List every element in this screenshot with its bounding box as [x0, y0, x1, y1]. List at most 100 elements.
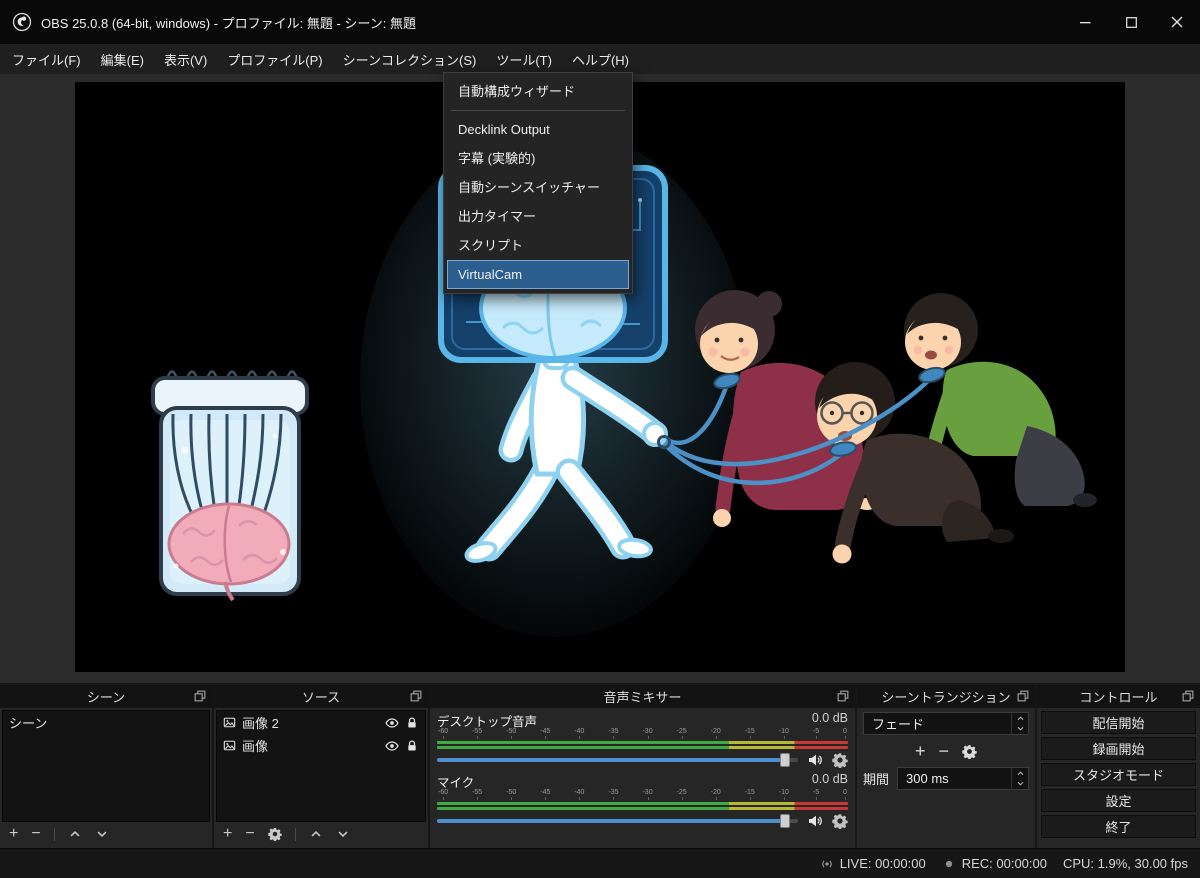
rec-status: REC: 00:00:00 [942, 856, 1047, 871]
duration-label: 期間 [863, 772, 890, 787]
mute-speaker-icon[interactable] [807, 813, 823, 829]
settings-button[interactable]: 設定 [1041, 789, 1196, 812]
eye-icon[interactable] [385, 739, 399, 753]
menu-file[interactable]: ファイル(F) [2, 44, 91, 74]
mixer-dock: 音声ミキサー デスクトップ音声 0.0 dB -60 -55 -50 -45 -40 -3… [430, 685, 855, 848]
float-dock-icon[interactable] [409, 689, 423, 703]
transitions-dock-header[interactable]: シーントランジション [857, 685, 1035, 708]
duration-spinbox[interactable]: 300 ms [897, 767, 1029, 790]
sources-dock-body: 画像 2 画像 + − [214, 708, 428, 848]
channel-level-db: 0.0 dB [811, 711, 848, 725]
menu-item-captions[interactable]: 字幕 (実験的) [444, 144, 632, 173]
volume-slider[interactable] [437, 814, 798, 828]
menu-item-virtualcam[interactable]: VirtualCam [447, 260, 629, 289]
transitions-dock-title: シーントランジション [881, 690, 1011, 705]
source-properties-gear-icon[interactable] [268, 827, 282, 841]
transition-properties-gear-icon[interactable] [962, 744, 977, 759]
minimize-icon [1079, 21, 1090, 23]
preview-area: 自動構成ウィザード Decklink Output 字幕 (実験的) 自動シーン… [0, 72, 1200, 683]
menu-scene-collection[interactable]: シーンコレクション(S) [333, 44, 487, 74]
controls-dock-title: コントロール [1079, 690, 1158, 705]
sources-dock-header[interactable]: ソース [214, 685, 428, 708]
float-dock-icon[interactable] [1181, 689, 1195, 703]
source-list-item[interactable]: 画像 2 [217, 711, 425, 734]
menu-item-auto-config-wizard[interactable]: 自動構成ウィザード [444, 77, 632, 106]
move-source-up-button[interactable] [309, 827, 323, 841]
sources-dock-title: ソース [301, 690, 341, 705]
dock-row: シーン シーン + − ソース 画像 2 画像 + − 音声ミキサー デスクトッ… [0, 683, 1200, 848]
chevron-up-icon [1016, 714, 1025, 723]
crawling-people [695, 290, 1097, 564]
studio-mode-button[interactable]: スタジオモード [1041, 763, 1196, 786]
scene-list-item[interactable]: シーン [3, 711, 209, 734]
maximize-icon [1125, 16, 1137, 28]
source-name: 画像 [242, 739, 269, 754]
add-transition-button[interactable]: + [915, 742, 926, 760]
add-scene-button[interactable]: + [9, 826, 18, 842]
duration-decrease-button[interactable] [1012, 779, 1028, 790]
start-streaming-button[interactable]: 配信開始 [1041, 711, 1196, 734]
volume-meter [437, 741, 848, 749]
float-dock-icon[interactable] [193, 689, 207, 703]
volume-slider[interactable] [437, 753, 798, 767]
source-list-item[interactable]: 画像 [217, 734, 425, 757]
broadcast-signal-icon [820, 857, 834, 871]
lock-icon[interactable] [405, 716, 419, 730]
eye-icon[interactable] [385, 716, 399, 730]
minimize-button[interactable] [1062, 0, 1108, 44]
maximize-button[interactable] [1108, 0, 1154, 44]
ai-hand [642, 421, 668, 447]
move-scene-down-button[interactable] [95, 827, 109, 841]
transition-select-spinner[interactable] [1011, 713, 1028, 734]
transition-select[interactable]: フェード [863, 712, 1029, 735]
duration-increase-button[interactable] [1012, 768, 1028, 779]
menu-item-auto-scene-switcher[interactable]: 自動シーンスイッチャー [444, 173, 632, 202]
channel-settings-gear-icon[interactable] [832, 752, 848, 768]
menu-tools[interactable]: ツール(T) [486, 44, 562, 74]
move-source-down-button[interactable] [336, 827, 350, 841]
exit-button[interactable]: 終了 [1041, 815, 1196, 838]
transition-toolbar: + − [863, 742, 1029, 760]
toolbar-divider [294, 827, 296, 841]
scenes-dock-header[interactable]: シーン [0, 685, 212, 708]
controls-dock-header[interactable]: コントロール [1037, 685, 1200, 708]
remove-transition-button[interactable]: − [939, 742, 950, 760]
menu-item-decklink-output[interactable]: Decklink Output [444, 115, 632, 144]
image-source-icon [223, 739, 236, 752]
menu-item-output-timer[interactable]: 出力タイマー [444, 202, 632, 231]
remove-source-button[interactable]: − [245, 826, 254, 842]
menu-view[interactable]: 表示(V) [154, 44, 217, 74]
channel-level-db: 0.0 dB [811, 772, 848, 786]
mute-speaker-icon[interactable] [807, 752, 823, 768]
channel-settings-gear-icon[interactable] [832, 813, 848, 829]
meter-scale: -60 -55 -50 -45 -40 -35 -30 -25 -20 -15 -10 -5 0 [438, 789, 847, 800]
duration-value: 300 ms [906, 771, 949, 786]
float-dock-icon[interactable] [836, 689, 850, 703]
add-source-button[interactable]: + [223, 826, 232, 842]
menu-profile[interactable]: プロファイル(P) [217, 44, 332, 74]
scene-list: シーン [2, 710, 210, 822]
volume-slider-handle[interactable] [780, 814, 791, 828]
obs-logo-icon [12, 12, 32, 32]
meter-scale: -60 -55 -50 -45 -40 -35 -30 -25 -20 -15 -10 -5 0 [438, 728, 847, 739]
menu-help[interactable]: ヘルプ(H) [562, 44, 639, 74]
close-icon [1171, 16, 1183, 28]
record-dot-icon [942, 857, 956, 871]
channel-name: デスクトップ音声 [437, 715, 538, 729]
transition-selected-value: フェード [872, 717, 925, 732]
menu-edit[interactable]: 編集(E) [91, 44, 154, 74]
volume-slider-handle[interactable] [780, 753, 791, 767]
float-dock-icon[interactable] [1016, 689, 1030, 703]
rec-time: REC: 00:00:00 [961, 856, 1047, 871]
live-status: LIVE: 00:00:00 [820, 856, 926, 871]
scenes-dock-body: シーン + − [0, 708, 212, 848]
close-button[interactable] [1154, 0, 1200, 44]
brain-jar [151, 370, 309, 602]
menubar: ファイル(F) 編集(E) 表示(V) プロファイル(P) シーンコレクション(… [0, 44, 1200, 74]
move-scene-up-button[interactable] [68, 827, 82, 841]
remove-scene-button[interactable]: − [31, 826, 40, 842]
mixer-dock-header[interactable]: 音声ミキサー [430, 685, 855, 708]
start-recording-button[interactable]: 録画開始 [1041, 737, 1196, 760]
lock-icon[interactable] [405, 739, 419, 753]
menu-item-scripts[interactable]: スクリプト [444, 231, 632, 260]
